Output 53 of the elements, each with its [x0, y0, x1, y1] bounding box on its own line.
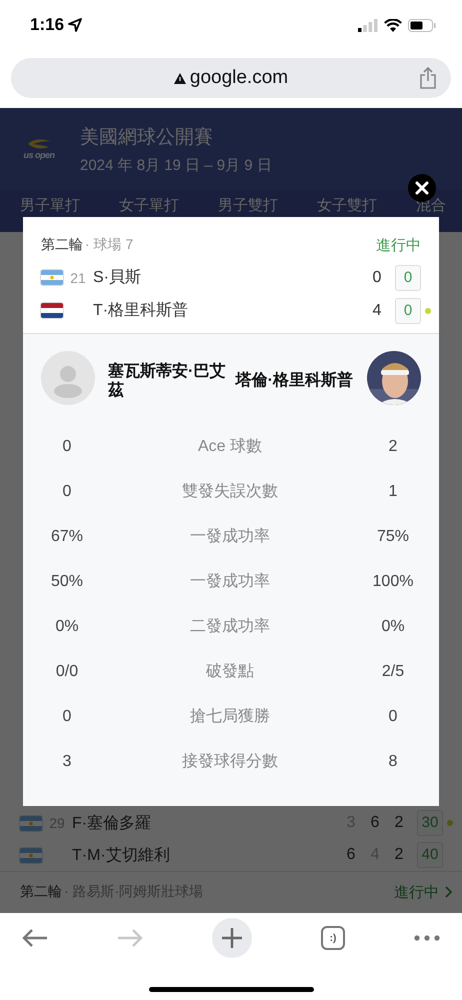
stat-value: 3 — [62, 752, 72, 770]
seed-number: 21 — [69, 270, 87, 286]
player-name: 塞瓦斯蒂安·巴艾茲 — [108, 362, 226, 400]
player-name: T·M·艾切維利 — [72, 846, 171, 866]
stat-value: 0% — [380, 618, 406, 636]
round-label: 第二輪 — [41, 236, 83, 254]
stat-value: 67% — [50, 528, 84, 546]
event-title: 美國網球公開賽 — [80, 126, 214, 150]
player-name: S·貝斯 — [93, 268, 142, 288]
clock-time: 1:16 — [30, 15, 64, 35]
stat-label: 搶七局獲勝 — [189, 706, 271, 727]
stat-value: 8 — [388, 752, 398, 770]
stat-label: 接發球得分數 — [181, 752, 279, 772]
set-score: 0 — [372, 268, 382, 286]
set-score: 6 — [370, 814, 380, 832]
match-status: 進行中 — [376, 236, 421, 254]
player-name: 塔倫·格里科斯普 — [234, 370, 353, 391]
game-score: 0 — [395, 264, 421, 290]
player-name: T·格里科斯普 — [93, 300, 190, 321]
event-dates: 2024 年 8月 19 日 – 9月 9 日 — [80, 156, 272, 174]
status-link[interactable]: 進行中 — [394, 882, 452, 902]
game-score: 30 — [417, 810, 443, 836]
set-score: 2 — [394, 814, 404, 832]
stat-label: Ace 球數 — [196, 436, 263, 457]
round-label: 第二輪 — [20, 883, 62, 901]
set-score: 2 — [394, 846, 404, 864]
player-name: F·塞倫多羅 — [72, 814, 152, 834]
set-score: 6 — [346, 846, 356, 864]
stat-value: 100% — [372, 572, 414, 590]
stat-label: 一發成功率 — [189, 572, 271, 592]
stat-label: 二發成功率 — [189, 616, 271, 637]
game-score: 0 — [395, 298, 421, 324]
logo-text: us open — [23, 150, 54, 160]
stat-label: 破發點 — [205, 662, 255, 682]
url-text: google.com — [190, 67, 288, 89]
stat-value: 0 — [388, 708, 398, 726]
court-label: · 球場 7 — [85, 236, 134, 254]
stat-label: 一發成功率 — [189, 526, 271, 547]
set-score: 4 — [372, 302, 382, 320]
stat-value: 0 — [62, 708, 72, 726]
game-score: 40 — [417, 842, 443, 868]
stat-value: 0/0 — [54, 662, 80, 680]
stat-value: 0% — [54, 618, 80, 636]
stat-value: 75% — [376, 528, 410, 546]
stat-value: 0 — [62, 438, 72, 456]
address-bar[interactable]: google.com — [11, 58, 451, 98]
stat-value: 50% — [50, 572, 84, 590]
stat-label: 雙發失誤次數 — [181, 482, 279, 502]
stat-value: 1 — [388, 482, 398, 500]
stat-value: 2 — [388, 438, 398, 456]
stat-value: 2/5 — [380, 662, 406, 680]
stat-value: 0 — [62, 482, 72, 500]
tabs-button[interactable]: :) — [321, 926, 345, 950]
